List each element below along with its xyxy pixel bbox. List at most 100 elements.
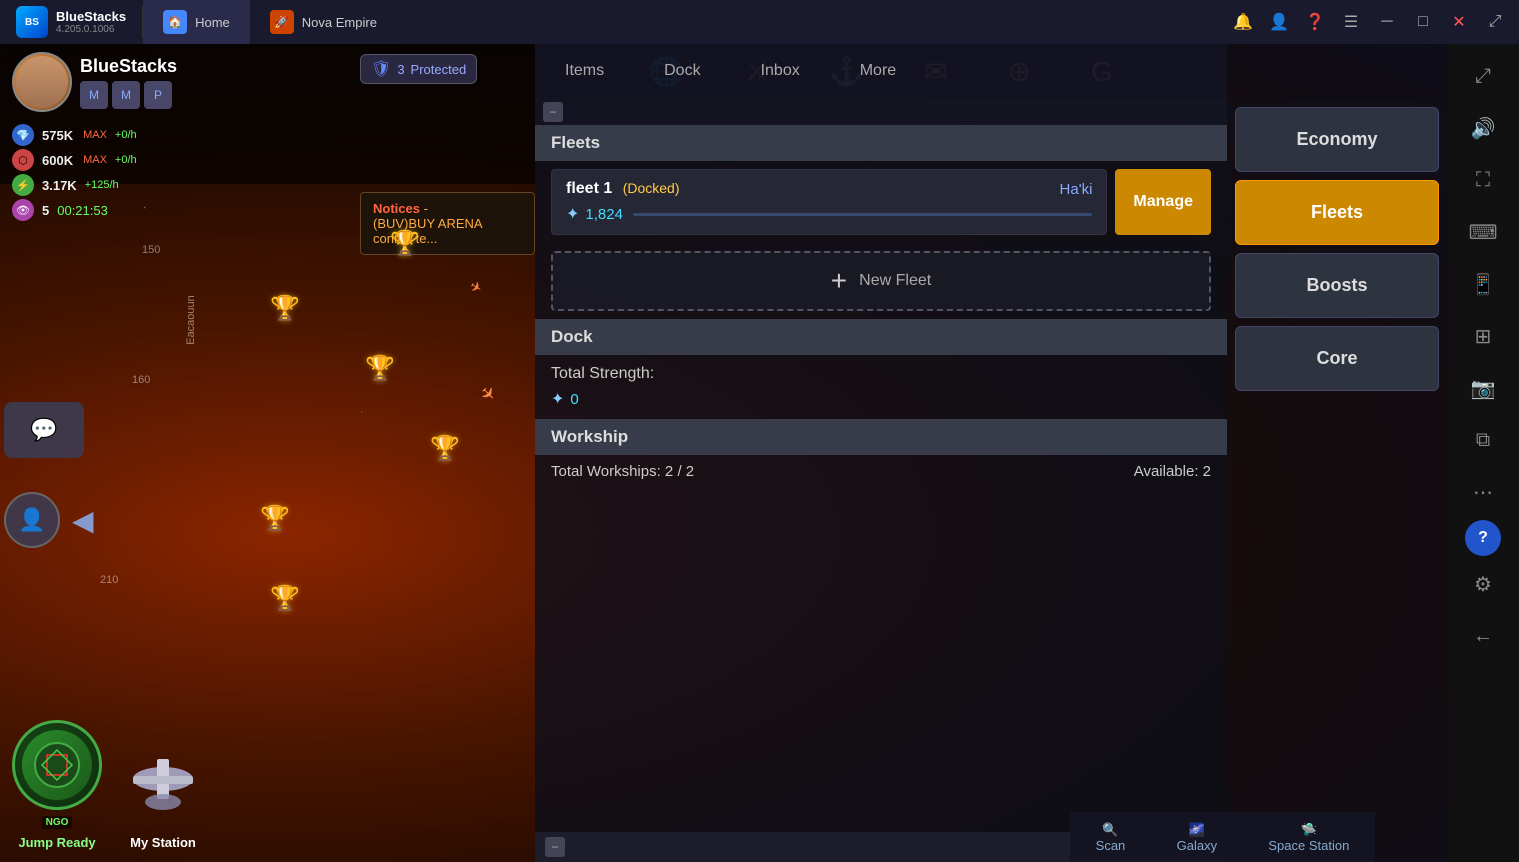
fleet-item-container: fleet 1 (Docked) Ha'ki ✦ 1,824 Manage	[551, 169, 1211, 235]
tab-inbox[interactable]: Inbox	[731, 44, 830, 99]
map-node-5[interactable]: 🏆	[260, 504, 290, 533]
sidebar-grid-icon[interactable]: ⊞	[1459, 312, 1507, 360]
fleet-strength-row: ✦ 1,824	[566, 204, 1092, 224]
profile-circle-btn[interactable]: 👤	[4, 492, 60, 548]
tab-home[interactable]: 🏠 Home	[143, 0, 250, 44]
badge-status: Protected	[411, 62, 467, 77]
title-bar: BS BlueStacks 4.205.0.1006 🏠 Home 🚀 Nova…	[0, 0, 1519, 44]
jump-ready-btn[interactable]: NGO Jump Ready	[12, 720, 102, 850]
workship-info: Total Workships: 2 / 2 Available: 2	[535, 455, 1227, 488]
sidebar-phone-icon[interactable]: 📱	[1459, 260, 1507, 308]
avatar-face	[16, 56, 68, 108]
back-arrow[interactable]: ◀	[72, 504, 94, 537]
dock-strength-icon: ✦	[551, 389, 564, 409]
sidebar-fullscreen-icon[interactable]: ⛶	[1459, 156, 1507, 204]
tab-dock-label: Dock	[664, 62, 700, 80]
workship-section-header: Workship	[535, 419, 1227, 455]
trophy-icon-5: 🏆	[260, 504, 290, 533]
my-station-label: My Station	[130, 835, 196, 850]
trophy-icon-6: 🏆	[270, 584, 300, 613]
dock-value: ✦ 0	[551, 389, 1211, 409]
notification-btn[interactable]: 🔔	[1227, 6, 1259, 38]
collapse-top-bar: −	[535, 99, 1227, 125]
notice-text: -	[424, 201, 428, 216]
collapse-bottom-btn[interactable]: −	[545, 837, 565, 857]
expand-btn[interactable]: ⤢	[1479, 6, 1511, 38]
trophy-icon-3: 🏆	[365, 354, 395, 383]
dock-strength-label: Total Strength:	[551, 365, 1211, 383]
tab-inbox-label: Inbox	[761, 62, 800, 80]
profile-btn[interactable]: 👤	[1263, 6, 1295, 38]
tab-nova-icon: 🚀	[270, 10, 294, 34]
bs-logo: BS	[16, 6, 48, 38]
map-node-3[interactable]: 🏆	[365, 354, 395, 383]
sidebar-help-icon[interactable]: ?	[1465, 520, 1501, 556]
my-station-btn[interactable]: My Station	[118, 739, 208, 850]
economy-label: Economy	[1296, 129, 1377, 150]
sidebar-back-icon[interactable]: ←	[1459, 612, 1507, 660]
tab-nova[interactable]: 🚀 Nova Empire	[250, 0, 397, 44]
map-node-2[interactable]: 🏆	[270, 294, 300, 323]
jump-logo	[12, 720, 102, 810]
chat-bubble[interactable]: 💬	[4, 402, 84, 458]
workship-available: Available: 2	[1134, 463, 1211, 480]
sidebar-expand-icon[interactable]: ⤢	[1459, 52, 1507, 100]
sidebar-camera-icon[interactable]: 📷	[1459, 364, 1507, 412]
bottom-buttons: NGO Jump Ready My Station	[0, 732, 535, 862]
sidebar-more-icon[interactable]: ⋯	[1459, 468, 1507, 516]
new-fleet-btn[interactable]: + New Fleet	[551, 251, 1211, 311]
map-node-4[interactable]: 🏆	[430, 434, 460, 463]
tab-items-label: Items	[565, 62, 604, 80]
sidebar-volume-icon[interactable]: 🔊	[1459, 104, 1507, 152]
tab-items[interactable]: Items	[535, 44, 634, 99]
tab-more[interactable]: More	[830, 44, 926, 99]
ngo-logo-svg	[32, 740, 82, 790]
new-fleet-label: New Fleet	[859, 272, 931, 290]
faction-icon-m: M	[80, 81, 108, 109]
vision-icon: 👁	[12, 199, 34, 221]
space-station-icon: 🛸	[1268, 822, 1349, 838]
right-sidebar: ⤢ 🔊 ⛶ ⌨ 📱 ⊞ 📷 ⧉ ⋯ ? ⚙ ←	[1447, 44, 1519, 862]
bs-name: BlueStacks	[56, 9, 126, 24]
help-btn[interactable]: ❓	[1299, 6, 1331, 38]
core-btn[interactable]: Core	[1235, 326, 1439, 391]
resource-credits: 💎 575K MAX +0/h	[12, 124, 523, 146]
trophy-icon-1: 🏆	[390, 229, 420, 258]
credits-value: 575K	[42, 128, 73, 143]
credits-icon: 💎	[12, 124, 34, 146]
nav-scan[interactable]: 🔍 Scan	[1096, 822, 1126, 853]
map-node-6[interactable]: 🏆	[270, 584, 300, 613]
map-label-eacaouun: Eacaouun	[185, 295, 197, 345]
menu-btn[interactable]: ☰	[1335, 6, 1367, 38]
map-node-1[interactable]: 🏆	[390, 229, 420, 258]
energy-icon: ⚡	[12, 174, 34, 196]
alloy-max: MAX	[83, 154, 107, 166]
fleet-owner: Ha'ki	[1060, 181, 1093, 198]
ngo-text: NGO	[42, 816, 73, 829]
boosts-btn[interactable]: Boosts	[1235, 253, 1439, 318]
economy-btn[interactable]: Economy	[1235, 107, 1439, 172]
tab-more-label: More	[860, 62, 896, 80]
notice-popup[interactable]: Notices - (BUV)BUY ARENA control te...	[360, 192, 535, 255]
fleets-btn[interactable]: Fleets	[1235, 180, 1439, 245]
fleets-section-header: Fleets	[535, 125, 1227, 161]
tab-dock[interactable]: Dock	[634, 44, 730, 99]
nav-galaxy[interactable]: 🌌 Galaxy	[1177, 822, 1217, 853]
map-num-210: 210	[100, 574, 118, 586]
sidebar-settings-icon[interactable]: ⚙	[1459, 560, 1507, 608]
dock-section-header: Dock	[535, 319, 1227, 355]
collapse-top-btn[interactable]: −	[543, 102, 563, 122]
fleet-info-card: fleet 1 (Docked) Ha'ki ✦ 1,824	[551, 169, 1107, 235]
action-buttons: Economy Fleets Boosts Core	[1227, 99, 1447, 862]
sidebar-keyboard-icon[interactable]: ⌨	[1459, 208, 1507, 256]
manage-button[interactable]: Manage	[1115, 169, 1211, 235]
maximize-btn[interactable]: □	[1407, 6, 1439, 38]
workship-title: Workship	[551, 427, 628, 447]
bluestacks-brand: BS BlueStacks 4.205.0.1006	[0, 6, 143, 38]
fleet-name-group: fleet 1 (Docked)	[566, 180, 680, 198]
bs-logo-text: BS	[25, 17, 39, 28]
close-btn[interactable]: ✕	[1443, 6, 1475, 38]
sidebar-layers-icon[interactable]: ⧉	[1459, 416, 1507, 464]
minimize-btn[interactable]: ─	[1371, 6, 1403, 38]
nav-space-station[interactable]: 🛸 Space Station	[1268, 822, 1349, 853]
